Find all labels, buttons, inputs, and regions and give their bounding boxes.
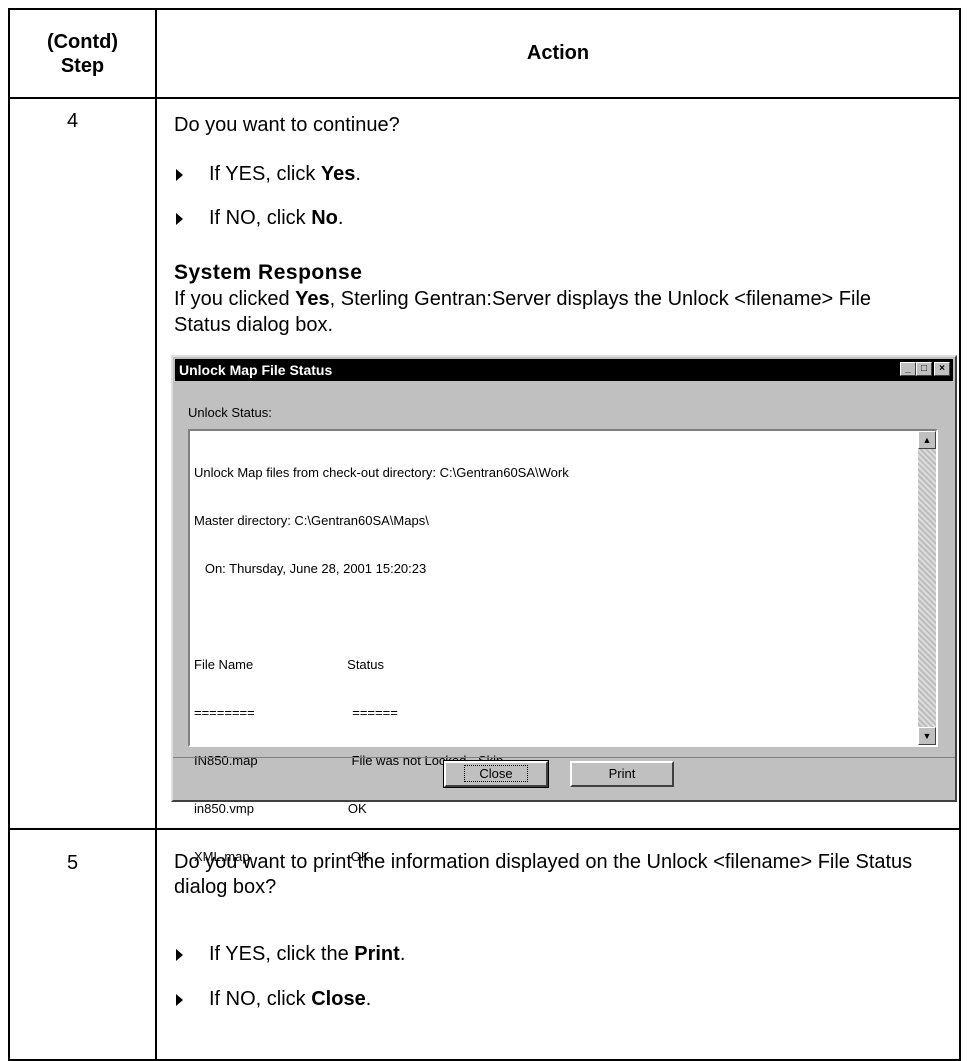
dialog-titlebar: Unlock Map File Status _ □ ×	[175, 359, 953, 381]
maximize-icon[interactable]: □	[916, 362, 932, 376]
minimize-icon[interactable]: _	[900, 362, 916, 376]
unlock-status-label: Unlock Status:	[188, 405, 272, 420]
vertical-scrollbar[interactable]: ▲ ▼	[918, 431, 936, 745]
step5-row-divider	[8, 828, 961, 830]
step-4-bullet-yes: If YES, click Yes.	[174, 163, 361, 186]
action-column-header: Action	[157, 10, 959, 97]
bullet-icon	[176, 168, 183, 181]
system-response-title: System Response	[174, 261, 363, 284]
unlock-status-dialog: Unlock Map File Status _ □ × Unlock Stat…	[171, 355, 957, 864]
bullet-icon	[176, 948, 183, 961]
step-5-question: Do you want to print the information dis…	[174, 851, 913, 898]
step-column-header: (Contd) Step	[10, 10, 155, 97]
step-5-bullet-no: If NO, click Close.	[174, 988, 371, 1011]
step-5-bullet-yes: If YES, click the Print.	[174, 943, 405, 966]
print-button[interactable]: Print	[570, 761, 674, 787]
scroll-down-icon[interactable]: ▼	[918, 727, 936, 745]
dialog-title: Unlock Map File Status	[179, 362, 333, 378]
bullet-icon	[176, 212, 183, 225]
step-4-question: Do you want to continue?	[174, 114, 400, 136]
header-divider	[10, 97, 959, 99]
scroll-up-icon[interactable]: ▲	[918, 431, 936, 449]
bullet-icon	[176, 993, 183, 1006]
unlock-status-textbox[interactable]: Unlock Map files from check-out director…	[188, 429, 938, 864]
column-divider	[155, 10, 157, 1059]
dialog-footer	[173, 757, 955, 798]
step-5-number: 5	[66, 852, 79, 874]
step-header-label: (Contd) Step	[46, 30, 119, 77]
close-button[interactable]: Close	[443, 760, 549, 788]
close-icon[interactable]: ×	[934, 362, 950, 376]
system-response-text: If you clicked Yes, Sterling Gentran:Ser…	[174, 288, 872, 336]
step-4-number: 4	[66, 110, 79, 132]
action-header-label: Action	[526, 42, 590, 64]
step-4-bullet-no: If NO, click No.	[174, 207, 343, 230]
